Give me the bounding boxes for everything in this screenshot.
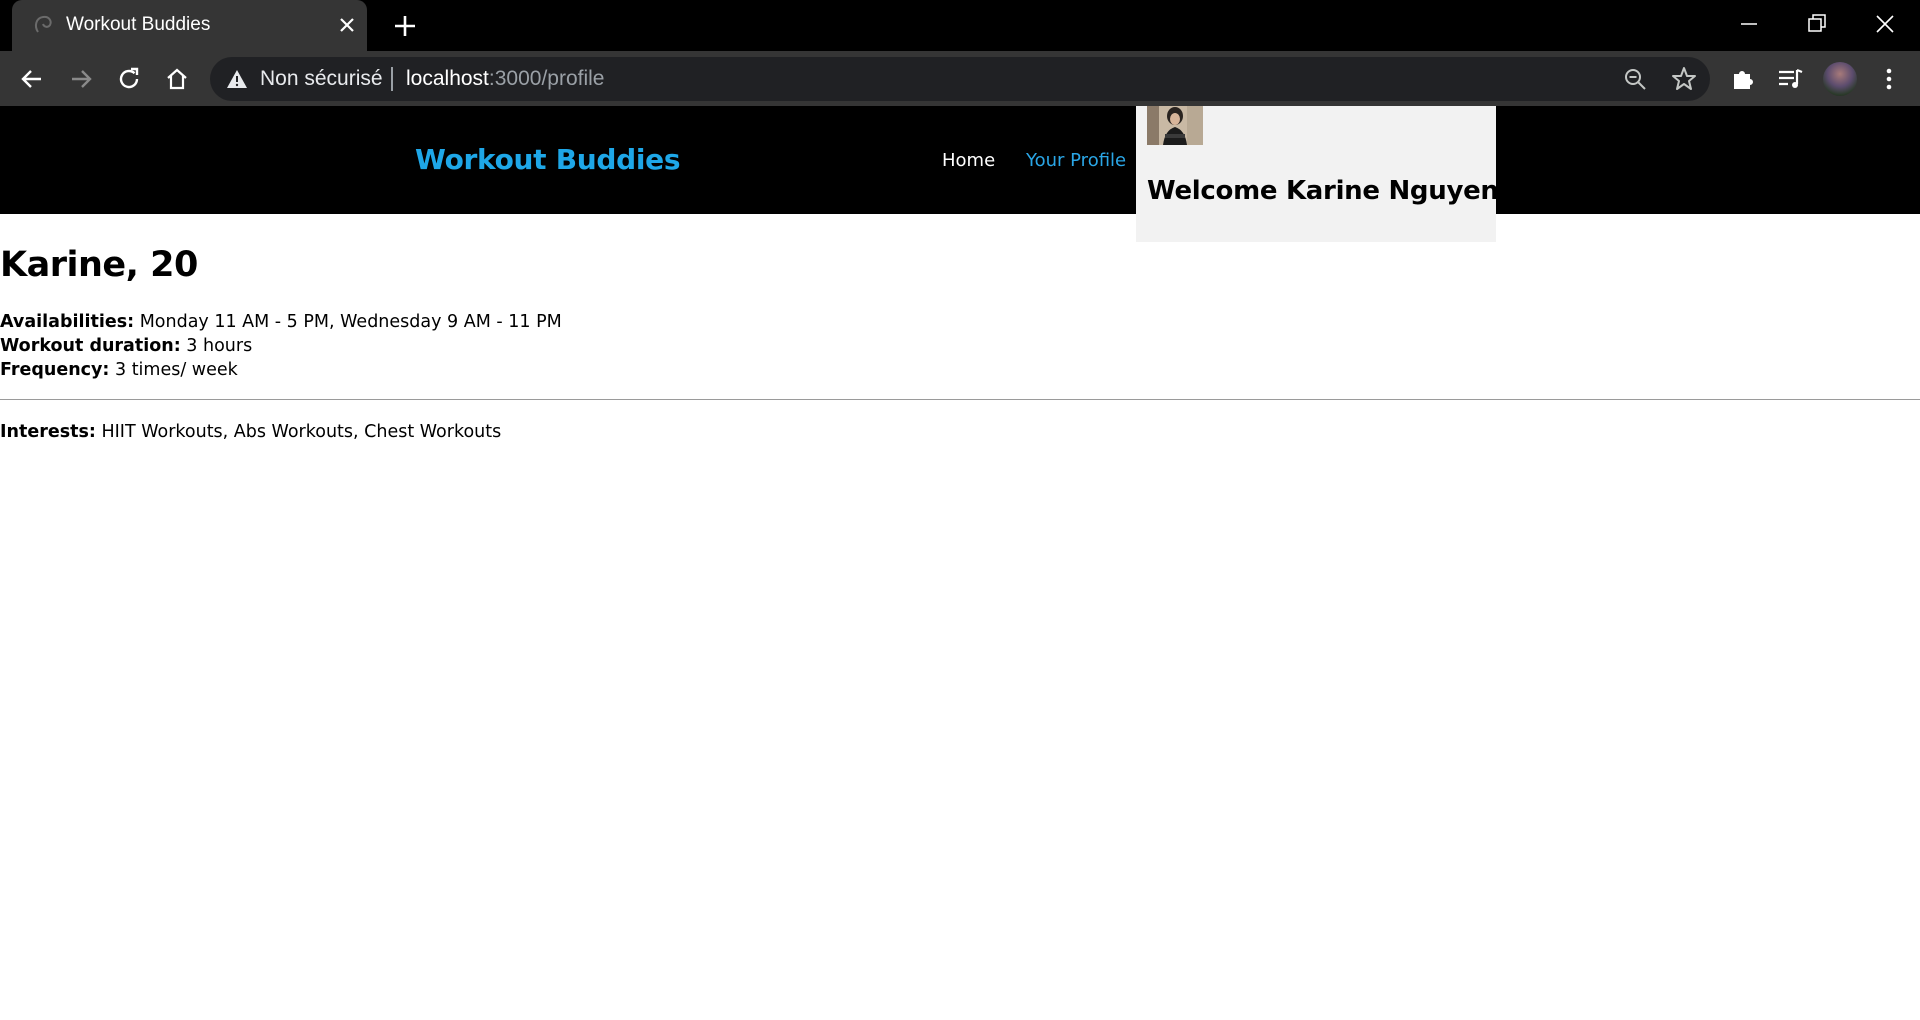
- home-icon[interactable]: [162, 64, 192, 94]
- puzzle-icon[interactable]: [1728, 64, 1758, 94]
- duration-row: Workout duration: 3 hours: [0, 334, 252, 358]
- interests-row: Interests: HIIT Workouts, Abs Workouts, …: [0, 420, 501, 444]
- workout-favicon-icon: [34, 15, 52, 33]
- url-path: :3000/profile: [488, 67, 605, 90]
- address-bar[interactable]: Non sécurisé localhost:3000/profile: [210, 57, 1710, 101]
- nav-home-link[interactable]: Home: [942, 150, 995, 172]
- nav-profile-link[interactable]: Your Profile: [1026, 150, 1126, 172]
- omnibox-divider: [391, 67, 393, 91]
- welcome-message: Welcome Karine Nguyen: [1147, 176, 1499, 206]
- user-photo-image: [1147, 106, 1203, 145]
- minimize-icon[interactable]: [1735, 10, 1763, 38]
- tab-title: Workout Buddies: [66, 14, 211, 35]
- browser-tab[interactable]: Workout Buddies: [12, 0, 367, 51]
- restore-icon[interactable]: [1803, 10, 1831, 38]
- interests-label: Interests:: [0, 422, 96, 442]
- warning-icon[interactable]: [226, 68, 248, 90]
- duration-value: 3 hours: [180, 336, 253, 356]
- reload-icon[interactable]: [114, 64, 144, 94]
- close-icon[interactable]: [1871, 10, 1899, 38]
- url-text[interactable]: localhost:3000/profile: [406, 65, 604, 93]
- availabilities-label: Availabilities:: [0, 312, 135, 332]
- frequency-value: 3 times/ week: [109, 360, 238, 380]
- browser-toolbar: Non sécurisé localhost:3000/profile: [0, 51, 1920, 106]
- plus-icon[interactable]: [391, 12, 419, 40]
- section-divider: [0, 399, 1920, 400]
- media-queue-icon[interactable]: [1775, 64, 1805, 94]
- user-photo: [1147, 106, 1203, 145]
- url-host: localhost: [406, 67, 489, 90]
- close-icon[interactable]: [336, 14, 358, 36]
- forward-arrow-icon[interactable]: [66, 64, 96, 94]
- brand-title[interactable]: Workout Buddies: [415, 146, 681, 174]
- browser-tabstrip: Workout Buddies: [0, 0, 1920, 51]
- kebab-menu-icon[interactable]: [1874, 64, 1904, 94]
- star-icon[interactable]: [1670, 65, 1698, 93]
- interests-value: HIIT Workouts, Abs Workouts, Chest Worko…: [95, 422, 502, 442]
- duration-label: Workout duration:: [0, 336, 181, 356]
- frequency-row: Frequency: 3 times/ week: [0, 358, 238, 382]
- profile-heading: Karine, 20: [0, 245, 198, 285]
- availabilities-row: Availabilities: Monday 11 AM - 5 PM, Wed…: [0, 310, 562, 334]
- security-label[interactable]: Non sécurisé: [260, 65, 383, 93]
- site-header: Workout Buddies Home Your Profile: [0, 106, 1920, 214]
- avatar[interactable]: [1823, 62, 1857, 96]
- welcome-panel: Welcome Karine Nguyen: [1136, 106, 1499, 242]
- back-arrow-icon[interactable]: [17, 64, 47, 94]
- zoom-out-icon[interactable]: [1622, 66, 1648, 92]
- availabilities-value: Monday 11 AM - 5 PM, Wednesday 9 AM - 11…: [134, 312, 562, 332]
- frequency-label: Frequency:: [0, 360, 110, 380]
